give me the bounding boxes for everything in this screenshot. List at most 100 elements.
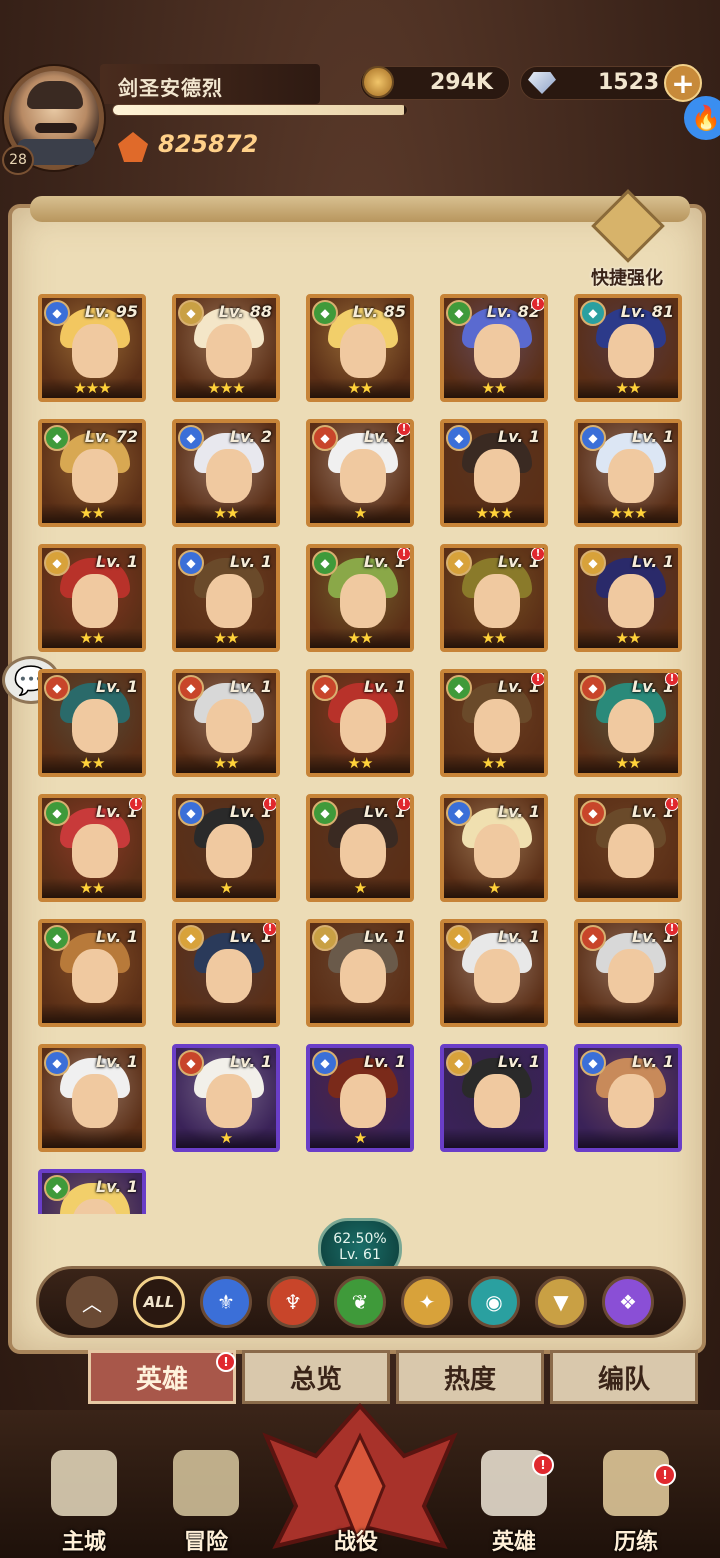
filter-light-button[interactable]: ✦ (401, 1276, 453, 1328)
hero-card[interactable]: ◆ Lv. 1 ★★ (172, 669, 280, 777)
hero-card[interactable]: ◆ Lv. 1 ★! (306, 794, 414, 902)
hero-stars: ★★ (42, 753, 142, 773)
fire-faction-icon: ◆ (580, 925, 606, 951)
hero-level: Lv. 1 (95, 927, 138, 946)
hero-card[interactable]: ◆ Lv. 1 ★★ (38, 544, 146, 652)
nature-faction-icon: ◆ (44, 425, 70, 451)
hero-card[interactable]: ◆ Lv. 1 ★★★ (574, 419, 682, 527)
hero-card[interactable]: ◆ Lv. 1 (38, 1044, 146, 1152)
hero-card[interactable]: ◆ Lv. 1! (574, 794, 682, 902)
hero-face (608, 1074, 654, 1128)
hero-card[interactable]: ◆ Lv. 1 (38, 1169, 146, 1214)
light-faction-icon: ◆ (446, 925, 472, 951)
hero-stars: ★★★ (42, 378, 142, 398)
filter-collapse-button[interactable]: ︿ (66, 1276, 118, 1328)
hero-card[interactable]: ◆ Lv. 1 ★ (440, 794, 548, 902)
quick-enhance-label: 快捷强化 (591, 268, 663, 289)
hero-card[interactable]: ◆ Lv. 1 ★★! (574, 669, 682, 777)
add-gems-button[interactable]: + (664, 64, 702, 102)
hero-card[interactable]: ◆ Lv. 72 ★★ (38, 419, 146, 527)
filter-holy-button[interactable]: ▼ (535, 1276, 587, 1328)
hero-card[interactable]: ◆ Lv. 85 ★★ (306, 294, 414, 402)
hero-card[interactable]: ◆ Lv. 1 ★★! (440, 544, 548, 652)
gold-coin-icon (362, 66, 394, 98)
hero-card[interactable]: ◆ Lv. 1 ★ (306, 1044, 414, 1152)
hero-face (340, 1074, 386, 1128)
hero-level: Lv. 2 (229, 427, 272, 446)
water-faction-icon: ◆ (178, 550, 204, 576)
filter-all-button[interactable]: ALL (133, 1276, 185, 1328)
light-faction-icon: ◆ (580, 550, 606, 576)
hero-card[interactable]: ◆ Lv. 1 ★★ (306, 669, 414, 777)
hero-card[interactable]: ◆ Lv. 1 ★★★ (440, 419, 548, 527)
holy-faction-icon: ◆ (178, 300, 204, 326)
hero-stars: ★ (310, 878, 410, 898)
hero-card[interactable]: ◆ Lv. 1! (172, 919, 280, 1027)
player-exp-bar (112, 104, 408, 116)
filter-fire-button[interactable]: ♆ (267, 1276, 319, 1328)
hero-level: Lv. 1 (95, 677, 138, 696)
hero-card[interactable]: ◆ Lv. 1 ★★ (574, 544, 682, 652)
hero-face (608, 574, 654, 628)
nature-faction-icon: ◆ (446, 300, 472, 326)
hero-card[interactable]: ◆ Lv. 1! (574, 919, 682, 1027)
hero-stars: ★ (176, 1128, 276, 1148)
hero-stars: ★★ (310, 753, 410, 773)
hero-card[interactable]: ◆ Lv. 1 (440, 919, 548, 1027)
hero-card[interactable]: ◆ Lv. 88 ★★★ (172, 294, 280, 402)
nav-item-2[interactable]: 战役 (306, 1450, 406, 1558)
hero-level: Lv. 1 (497, 927, 540, 946)
hero-stars (578, 878, 678, 898)
hero-card[interactable]: ◆ Lv. 1 ★★! (38, 794, 146, 902)
hero-alert-badge: ! (665, 923, 678, 936)
nature-faction-icon: ◆ (44, 1175, 70, 1201)
tab-0[interactable]: 英雄 (88, 1350, 236, 1404)
hero-card[interactable]: ◆ Lv. 1 ★! (172, 794, 280, 902)
hero-face (206, 574, 252, 628)
filter-water-button[interactable]: ⚜ (200, 1276, 252, 1328)
hero-card[interactable]: ◆ Lv. 1 ★★ (172, 544, 280, 652)
hero-card[interactable]: ◆ Lv. 2 ★! (306, 419, 414, 527)
nav-item-1[interactable]: 冒险 (156, 1450, 256, 1558)
player-name: 剑圣安德烈 (118, 76, 223, 100)
water-faction-icon: ◆ (44, 300, 70, 326)
hero-stars (310, 1003, 410, 1023)
hero-level: Lv. 1 (631, 552, 674, 571)
hero-stars: ★ (176, 878, 276, 898)
hero-card[interactable]: ◆ Lv. 1 ★★! (306, 544, 414, 652)
quick-enhance-button[interactable] (586, 189, 670, 263)
hero-level: Lv. 88 (218, 302, 272, 321)
hero-card[interactable]: ◆ Lv. 95 ★★★ (38, 294, 146, 402)
hero-card[interactable]: ◆ Lv. 1 ★ (172, 1044, 280, 1152)
filter-nature-button[interactable]: ❦ (334, 1276, 386, 1328)
hero-card[interactable]: ◆ Lv. 1 ★★! (440, 669, 548, 777)
hero-card[interactable]: ◆ Lv. 81 ★★ (574, 294, 682, 402)
water-faction-icon: ◆ (580, 425, 606, 451)
hero-card[interactable]: ◆ Lv. 1 ★★ (38, 669, 146, 777)
hero-face (474, 1074, 520, 1128)
hero-level: Lv. 1 (229, 677, 272, 696)
collection-level: Lv. 61 (339, 1247, 381, 1263)
hero-card[interactable]: ◆ Lv. 1 (306, 919, 414, 1027)
gold-amount: 294K (430, 70, 493, 95)
hero-face (474, 324, 520, 378)
flame-icon[interactable]: 🔥 (684, 96, 720, 140)
hero-card[interactable]: ◆ Lv. 1 (38, 919, 146, 1027)
hero-stars: ★ (444, 878, 544, 898)
hero-card[interactable]: ◆ Lv. 1 (574, 1044, 682, 1152)
hero-face (72, 574, 118, 628)
nav-label: 英雄 (491, 1530, 536, 1555)
filter-spirit-button[interactable]: ◉ (468, 1276, 520, 1328)
hero-alert-badge: ! (531, 298, 544, 311)
tab-3[interactable]: 编队 (550, 1350, 698, 1404)
hero-stars: ★ (310, 1128, 410, 1148)
hero-card[interactable]: ◆ Lv. 1 (440, 1044, 548, 1152)
hero-stars: ★★ (310, 628, 410, 648)
nav-item-0[interactable]: 主城 (34, 1450, 134, 1558)
hero-face (474, 949, 520, 1003)
hero-stars: ★★ (578, 378, 678, 398)
hero-card[interactable]: ◆ Lv. 2 ★★ (172, 419, 280, 527)
hero-stars: ★★ (578, 628, 678, 648)
filter-chaos-button[interactable]: ❖ (602, 1276, 654, 1328)
hero-card[interactable]: ◆ Lv. 82 ★★! (440, 294, 548, 402)
